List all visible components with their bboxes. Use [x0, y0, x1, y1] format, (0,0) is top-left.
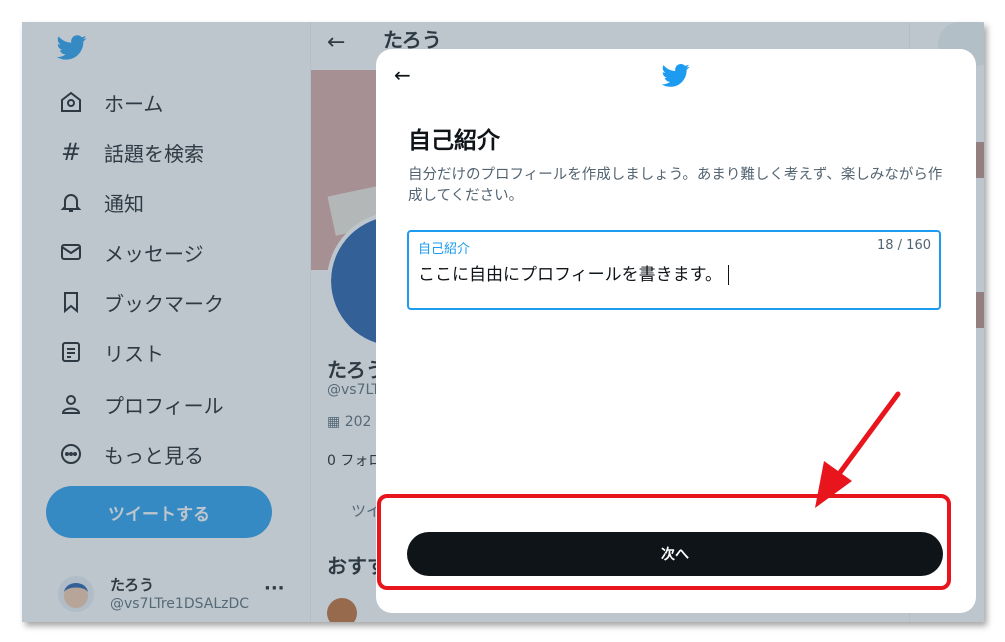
dialog-description: 自分だけのプロフィールを作成しましょう。あまり難しく考えず、楽しみながら作成して… [408, 167, 943, 204]
twitter-logo-icon [661, 64, 690, 87]
bio-field-value-wrap[interactable]: ここに自由にプロフィールを書きます。 [418, 260, 729, 285]
dialog-title: 自己紹介 [408, 128, 500, 154]
text-caret [727, 265, 729, 285]
bio-field-label: 自己紹介 [418, 242, 471, 257]
bio-textarea[interactable]: 自己紹介 18 / 160 ここに自由にプロフィールを書きます。 [407, 230, 941, 310]
highlight-box [377, 494, 951, 590]
back-arrow-icon[interactable]: ← [394, 63, 411, 87]
character-counter: 18 / 160 [877, 238, 931, 253]
bio-field-value: ここに自由にプロフィールを書きます。 [418, 265, 722, 285]
